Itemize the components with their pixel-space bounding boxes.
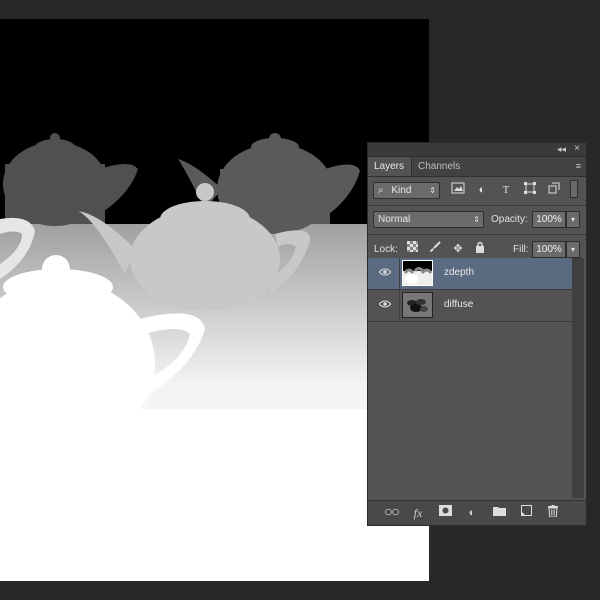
chevron-updown-icon: ⇕ [429, 186, 436, 195]
trash-icon[interactable] [545, 505, 561, 521]
blend-mode-value: Normal [378, 214, 411, 225]
close-panel-icon[interactable]: × [574, 143, 580, 154]
lock-pixels-brush-icon[interactable] [427, 241, 443, 257]
panel-menu-icon[interactable]: ≡ [576, 161, 581, 171]
filter-smart-object-icon[interactable] [546, 182, 562, 198]
fill-dropdown-icon[interactable]: ▾ [566, 241, 580, 258]
kind-label: Kind [391, 185, 412, 196]
filter-pixel-icon[interactable] [450, 182, 466, 198]
divider [399, 258, 400, 289]
filter-type-icon[interactable]: T [498, 182, 514, 198]
fx-icon[interactable]: fx [410, 505, 426, 521]
layers-panel: ◂◂ × Layers Channels ≡ ⌕ Kind ⇕ ◐ T Norm… [367, 142, 587, 526]
filter-toggle-switch[interactable] [570, 180, 578, 198]
group-folder-icon[interactable] [491, 505, 507, 521]
adjustment-layer-icon[interactable]: ◐ [464, 505, 480, 521]
visibility-eye-icon[interactable] [378, 300, 392, 310]
search-icon: ⌕ [378, 185, 384, 196]
lock-position-move-icon[interactable]: ✥ [450, 241, 466, 257]
fill-label: Fill: [513, 244, 529, 255]
tab-layers[interactable]: Layers [368, 157, 412, 176]
filter-shape-icon[interactable] [522, 182, 538, 198]
chevron-updown-icon: ⇕ [473, 215, 480, 224]
zdepth-render-image [0, 19, 429, 581]
panel-title-bar[interactable]: ◂◂ × [368, 143, 586, 157]
document-canvas[interactable] [0, 19, 429, 581]
layer-list: zdepth diffuse [368, 258, 573, 498]
filter-row: ⌕ Kind ⇕ ◐ T [368, 177, 586, 205]
divider [399, 290, 400, 321]
link-layers-icon[interactable] [384, 505, 400, 521]
layer-thumbnail-diffuse [402, 292, 433, 318]
opacity-input[interactable]: 100% [532, 211, 566, 228]
blend-mode-select[interactable]: Normal ⇕ [373, 211, 484, 228]
layer-name[interactable]: diffuse [444, 299, 473, 310]
layer-name[interactable]: zdepth [444, 267, 474, 278]
layer-thumbnail-zdepth [402, 260, 433, 286]
opacity-label: Opacity: [491, 214, 528, 225]
opacity-dropdown-icon[interactable]: ▾ [566, 211, 580, 228]
lock-label: Lock: [374, 244, 398, 255]
layer-row-zdepth[interactable]: zdepth [368, 258, 573, 290]
layers-bottom-toolbar: fx ◐ [368, 500, 586, 525]
lock-all-padlock-icon[interactable] [472, 241, 488, 257]
new-layer-icon[interactable] [518, 505, 534, 521]
layer-list-scrollbar[interactable] [572, 258, 584, 498]
layer-row-diffuse[interactable]: diffuse [368, 290, 573, 322]
filter-kind-select[interactable]: ⌕ Kind ⇕ [373, 182, 440, 199]
fill-input[interactable]: 100% [532, 241, 566, 258]
tab-channels[interactable]: Channels [412, 157, 470, 176]
add-mask-icon[interactable] [437, 505, 453, 521]
panel-tabs: Layers Channels ≡ [368, 157, 586, 177]
lock-transparency-icon[interactable] [404, 241, 420, 257]
collapse-panel-icon[interactable]: ◂◂ [557, 144, 566, 154]
visibility-eye-icon[interactable] [378, 268, 392, 278]
blend-row: Normal ⇕ Opacity: 100% ▾ [368, 206, 586, 234]
filter-adjustment-icon[interactable]: ◐ [474, 182, 490, 198]
